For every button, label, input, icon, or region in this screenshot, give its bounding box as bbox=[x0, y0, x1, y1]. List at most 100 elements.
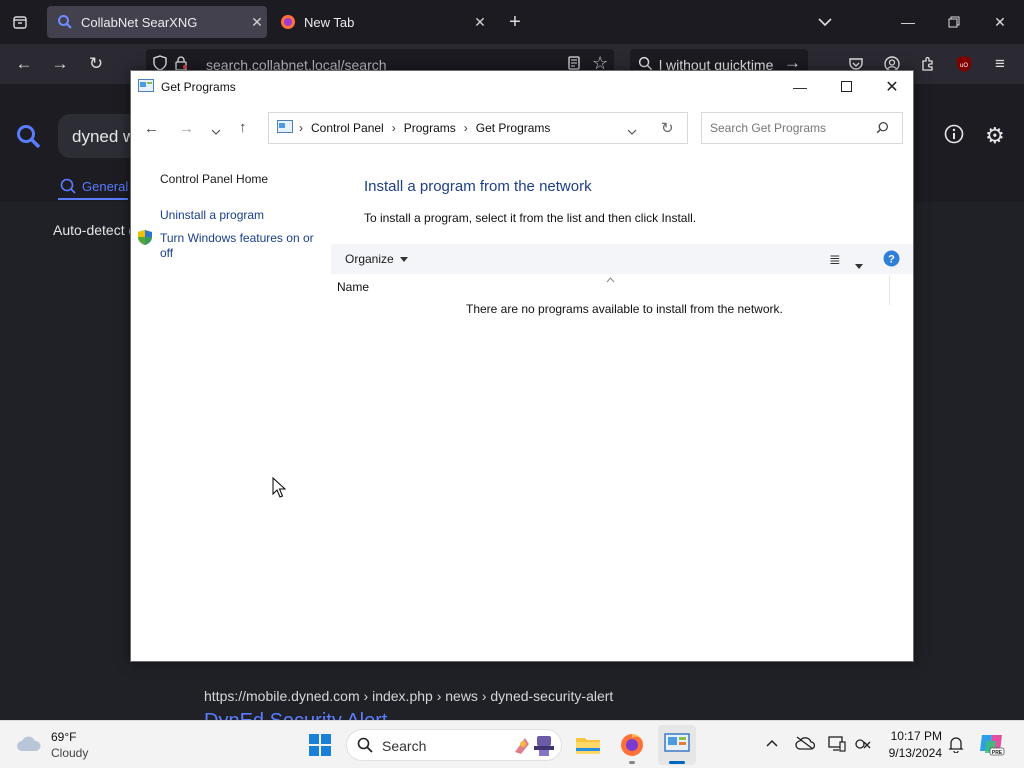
searxng-logo-icon[interactable] bbox=[16, 124, 42, 155]
mouse-cursor-icon bbox=[272, 476, 287, 503]
window-title: Get Programs bbox=[161, 80, 236, 94]
copilot-icon[interactable]: PRE bbox=[978, 731, 1006, 760]
control-panel-icon bbox=[664, 733, 690, 760]
list-all-tabs-icon[interactable] bbox=[811, 8, 839, 36]
window-titlebar[interactable]: Get Programs — ✕ bbox=[131, 71, 913, 102]
back-icon[interactable]: ← bbox=[10, 50, 38, 78]
control-panel-icon bbox=[277, 119, 293, 137]
get-programs-window: Get Programs — ✕ ← → ↑ › Control Panel ›… bbox=[130, 70, 914, 662]
browser-tabstrip: CollabNet SearXNG ✕ New Tab ✕ + — ✕ bbox=[0, 0, 1024, 44]
tab-list-icon[interactable] bbox=[6, 8, 34, 36]
start-button[interactable] bbox=[306, 731, 334, 759]
windows-features-link[interactable]: Turn Windows features on or off bbox=[160, 231, 320, 261]
svg-text:PRE: PRE bbox=[992, 750, 1003, 756]
search-icon bbox=[357, 737, 373, 758]
weather-widget[interactable]: 69°F Cloudy bbox=[16, 730, 106, 762]
sort-up-icon bbox=[606, 270, 615, 288]
file-explorer-icon[interactable] bbox=[574, 731, 602, 759]
control-panel-taskbar-button[interactable] bbox=[658, 725, 696, 765]
search-highlight-icon bbox=[511, 732, 555, 763]
command-bar: Organize ≣ ? bbox=[331, 244, 913, 274]
firefox-icon[interactable] bbox=[618, 731, 646, 764]
recent-locations-icon[interactable] bbox=[211, 123, 221, 141]
control-panel-home-link[interactable]: Control Panel Home bbox=[160, 172, 268, 186]
dropdown-arrow-icon bbox=[399, 256, 408, 262]
breadcrumb-separator: › bbox=[299, 121, 303, 135]
breadcrumb-separator: › bbox=[463, 121, 468, 135]
active-indicator bbox=[669, 761, 685, 764]
close-browser-icon[interactable]: ✕ bbox=[978, 8, 1022, 36]
breadcrumb-separator: › bbox=[391, 121, 396, 135]
breadcrumb-control-panel[interactable]: Control Panel bbox=[311, 121, 384, 135]
close-tab-icon[interactable]: ✕ bbox=[247, 14, 267, 31]
display-icon[interactable] bbox=[828, 736, 846, 755]
view-dropdown-icon[interactable] bbox=[855, 256, 863, 274]
taskbar: 69°F Cloudy Search 10:17 PM 9/13/2024 PR… bbox=[0, 720, 1024, 768]
clock-time[interactable]: 10:17 PM bbox=[888, 729, 942, 743]
help-icon[interactable]: ? bbox=[883, 250, 900, 272]
minimize-browser-icon[interactable]: — bbox=[886, 8, 930, 36]
result-breadcrumb: › index.php › news › dyned-security-aler… bbox=[363, 688, 614, 704]
back-icon[interactable]: ← bbox=[144, 120, 159, 137]
forward-icon[interactable]: → bbox=[46, 50, 74, 78]
column-header-name[interactable]: Name bbox=[337, 280, 369, 294]
weather-temp: 69°F bbox=[51, 730, 77, 744]
search-icon bbox=[60, 178, 76, 199]
svg-text:?: ? bbox=[888, 254, 895, 266]
view-options-icon[interactable]: ≣ bbox=[829, 251, 841, 268]
breadcrumb-programs[interactable]: Programs bbox=[404, 121, 456, 135]
minimize-window-icon[interactable]: — bbox=[777, 71, 823, 102]
tab-searxng[interactable]: CollabNet SearXNG ✕ bbox=[47, 6, 267, 38]
searxng-query-input[interactable]: dyned w bbox=[58, 114, 138, 158]
active-tab-underline bbox=[58, 198, 128, 200]
info-icon[interactable] bbox=[944, 124, 964, 149]
tab-title: CollabNet SearXNG bbox=[81, 14, 198, 30]
refresh-icon[interactable]: ↻ bbox=[661, 119, 674, 137]
reload-icon[interactable]: ↻ bbox=[82, 50, 110, 78]
onedrive-offline-icon[interactable] bbox=[795, 736, 816, 753]
running-indicator bbox=[629, 761, 635, 764]
close-window-icon[interactable]: ✕ bbox=[869, 71, 915, 102]
clock-date[interactable]: 9/13/2024 bbox=[884, 746, 942, 760]
show-hidden-icons-icon[interactable] bbox=[766, 735, 778, 750]
menu-icon[interactable]: ≡ bbox=[986, 50, 1014, 78]
taskbar-search-label: Search bbox=[382, 738, 427, 754]
taskbar-search-box[interactable]: Search bbox=[346, 729, 562, 761]
result-url[interactable]: https://mobile.dyned.com bbox=[204, 688, 360, 704]
restore-browser-icon[interactable] bbox=[932, 8, 976, 36]
tab-new-tab[interactable]: New Tab ✕ bbox=[270, 6, 490, 38]
extensions-icon[interactable] bbox=[914, 50, 942, 78]
result-title-link[interactable]: DynEd Security Alert bbox=[204, 710, 387, 720]
tab-general-label: General bbox=[82, 179, 129, 194]
svg-text:uO: uO bbox=[960, 63, 968, 69]
settings-gear-icon[interactable]: ⚙ bbox=[985, 123, 1005, 149]
organize-button[interactable]: Organize bbox=[345, 252, 408, 266]
address-dropdown-icon[interactable] bbox=[627, 125, 637, 139]
close-tab-icon[interactable]: ✕ bbox=[470, 14, 490, 31]
result-title-clip: DynEd Security Alert bbox=[204, 710, 504, 720]
instructions-text: To install a program, select it from the… bbox=[364, 211, 697, 225]
search-placeholder: Search Get Programs bbox=[710, 121, 827, 135]
empty-list-message: There are no programs available to insta… bbox=[466, 302, 783, 316]
searxng-favicon-icon bbox=[57, 14, 73, 30]
ublock-icon[interactable]: uO bbox=[950, 50, 978, 78]
query-value: dyned w bbox=[72, 127, 136, 146]
address-bar[interactable]: › Control Panel › Programs › Get Program… bbox=[268, 112, 688, 144]
control-panel-icon bbox=[138, 79, 154, 98]
cloud-icon bbox=[16, 734, 42, 757]
breadcrumb-get-programs[interactable]: Get Programs bbox=[476, 121, 551, 135]
result-url-line: https://mobile.dyned.com › index.php › n… bbox=[204, 688, 613, 704]
up-icon[interactable]: ↑ bbox=[239, 119, 247, 136]
forward-icon[interactable]: → bbox=[179, 120, 194, 137]
new-tab-icon[interactable]: + bbox=[501, 8, 529, 36]
auto-detect-label[interactable]: Auto-detect ( bbox=[53, 222, 133, 238]
firefox-favicon-icon bbox=[280, 14, 296, 30]
network-disconnected-icon[interactable] bbox=[853, 736, 871, 755]
search-get-programs-input[interactable]: Search Get Programs bbox=[701, 112, 903, 144]
notification-bell-icon[interactable] bbox=[948, 735, 964, 756]
tab-general[interactable]: General bbox=[58, 178, 128, 202]
maximize-window-icon[interactable] bbox=[823, 71, 869, 102]
organize-label: Organize bbox=[345, 252, 394, 266]
uac-shield-icon bbox=[137, 229, 153, 251]
uninstall-program-link[interactable]: Uninstall a program bbox=[160, 208, 264, 222]
